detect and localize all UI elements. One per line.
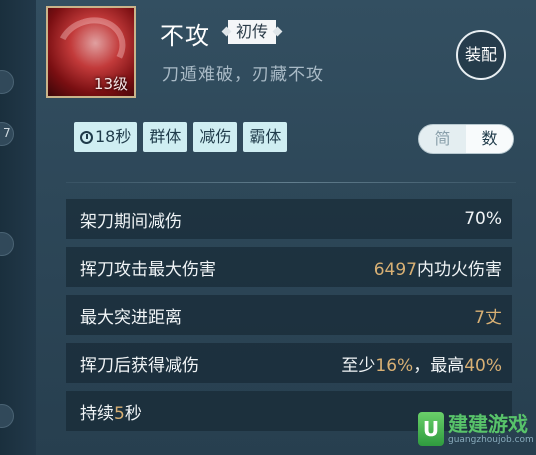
stat-separator: ，	[413, 355, 431, 376]
cooldown-label: 18秒	[95, 127, 132, 146]
site-watermark: U 建建游戏 guangzhoujob.com	[418, 412, 534, 446]
clock-icon	[80, 130, 93, 144]
rail-tab-glyph: 7	[3, 126, 11, 140]
stat-min-prefix: 至少	[341, 355, 376, 376]
stat-label: 架刀期间减伤	[80, 211, 182, 232]
skill-description: 刀遁难破，刃藏不攻	[162, 65, 324, 85]
skill-name: 不攻	[160, 22, 210, 50]
watermark-title: 建建游戏	[448, 412, 528, 436]
tag-aoe: 群体	[143, 122, 188, 152]
skill-icon: 13级	[46, 6, 136, 98]
stat-number: 7	[474, 307, 485, 328]
stat-label: 挥刀后获得减伤	[80, 355, 199, 376]
rank-badge: 初传	[228, 20, 277, 44]
watermark-text: 建建游戏 guangzhoujob.com	[448, 413, 534, 445]
section-divider	[66, 182, 516, 183]
rail-tab-2[interactable]: 7	[0, 122, 14, 146]
skill-tags: 18秒 群体 减伤 霸体	[74, 122, 288, 152]
watermark-logo-icon: U	[418, 412, 444, 446]
skill-level: 13级	[93, 75, 128, 93]
mode-simple-option[interactable]: 简	[419, 125, 466, 153]
tag-damage-reduction: 减伤	[193, 122, 238, 152]
stat-row: 挥刀后获得减伤 至少16%，最高40%	[66, 343, 512, 383]
stat-list: 架刀期间减伤 70% 挥刀攻击最大伤害 6497内功火伤害 最大突进距离 7丈 …	[66, 199, 512, 439]
equip-button[interactable]: 装配	[456, 30, 506, 80]
mode-numeric-option[interactable]: 数	[466, 125, 513, 153]
stat-value: 70%	[464, 209, 502, 229]
description-mode-toggle[interactable]: 简 数	[418, 124, 514, 154]
stat-label: 挥刀攻击最大伤害	[80, 259, 216, 280]
stat-min-value: 16%	[375, 355, 414, 376]
duration-value: 5	[114, 403, 125, 424]
tag-super-armor: 霸体	[243, 122, 288, 152]
stat-max-prefix: 最高	[430, 355, 465, 376]
stat-row: 最大突进距离 7丈	[66, 295, 512, 335]
rail-tab-1[interactable]	[0, 70, 14, 94]
stat-max-value: 40%	[464, 355, 502, 376]
stat-row: 架刀期间减伤 70%	[66, 199, 512, 239]
stat-number: 6497	[373, 259, 417, 280]
cooldown-tag: 18秒	[74, 122, 138, 152]
stat-suffix: 丈	[485, 307, 502, 328]
stat-value: 6497内功火伤害	[374, 255, 502, 280]
stat-label: 最大突进距离	[80, 307, 182, 328]
stat-value: 7丈	[474, 303, 502, 328]
duration-text: 持续5秒	[80, 399, 142, 424]
stat-row: 挥刀攻击最大伤害 6497内功火伤害	[66, 247, 512, 287]
duration-suffix: 秒	[124, 403, 142, 424]
rail-tab-4[interactable]	[0, 404, 14, 428]
stat-value: 至少16%，最高40%	[341, 351, 502, 376]
stat-suffix: 内功火伤害	[417, 259, 502, 280]
watermark-url: guangzhoujob.com	[448, 435, 534, 445]
duration-prefix: 持续	[80, 403, 114, 424]
left-rail: 7	[0, 0, 36, 455]
rail-tab-3[interactable]	[0, 232, 14, 256]
